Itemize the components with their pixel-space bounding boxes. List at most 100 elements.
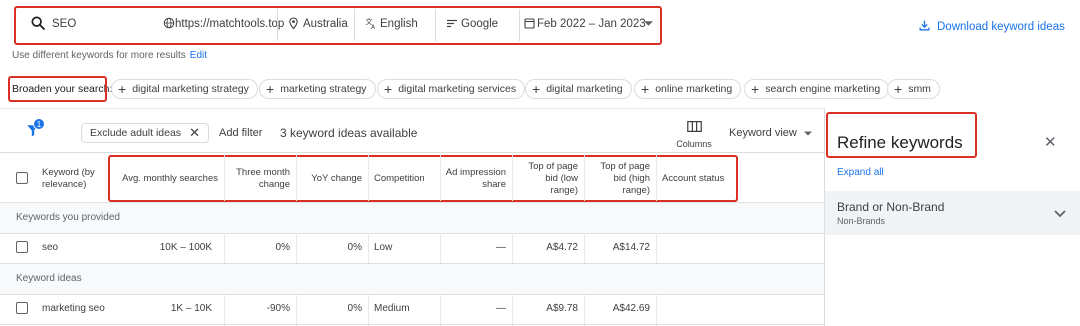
- broaden-chip[interactable]: + digital marketing: [525, 79, 632, 99]
- column-divider: [296, 155, 297, 201]
- column-divider: [512, 155, 513, 201]
- download-keyword-ideas-button[interactable]: Download keyword ideas: [918, 19, 1065, 35]
- network-selector[interactable]: Google: [461, 18, 498, 30]
- svg-text:A: A: [371, 24, 376, 30]
- broaden-chip[interactable]: + online marketing: [634, 79, 742, 99]
- divider: [0, 294, 824, 295]
- column-header-keyword[interactable]: Keyword (by relevance): [42, 167, 107, 191]
- chip-label: online marketing: [655, 83, 733, 95]
- column-divider: [440, 155, 441, 201]
- column-divider: [224, 233, 225, 263]
- chip-label: smm: [908, 83, 931, 95]
- row-checkbox[interactable]: [16, 241, 28, 253]
- language-selector[interactable]: English: [380, 18, 418, 30]
- keyword-cell[interactable]: marketing seo: [42, 303, 105, 314]
- chip-label: Exclude adult ideas: [90, 127, 182, 139]
- broaden-chip[interactable]: + smm: [887, 79, 940, 99]
- broaden-chip[interactable]: + marketing strategy: [259, 79, 376, 99]
- column-divider: [296, 233, 297, 263]
- close-icon[interactable]: ✕: [189, 125, 200, 141]
- column-header-avg-monthly-searches[interactable]: Avg. monthly searches: [112, 173, 218, 185]
- columns-button[interactable]: Columns: [674, 121, 714, 149]
- date-range-selector[interactable]: Feb 2022 – Jan 2023: [537, 18, 646, 30]
- chip-label: digital marketing: [546, 83, 623, 95]
- column-header-bid-low[interactable]: Top of page bid (low range): [520, 161, 578, 197]
- download-label: Download keyword ideas: [937, 21, 1065, 33]
- broaden-chip[interactable]: + search engine marketing: [744, 79, 890, 99]
- column-header-account-status[interactable]: Account status: [662, 173, 732, 185]
- impression-share-cell: —: [496, 303, 506, 314]
- columns-label: Columns: [676, 139, 712, 149]
- plus-icon: +: [384, 81, 393, 97]
- search-icon: [30, 15, 46, 31]
- globe-icon: [163, 17, 175, 29]
- bid-high-cell: A$42.69: [612, 303, 650, 314]
- row-checkbox[interactable]: [16, 302, 28, 314]
- keyword-view-label: Keyword view: [729, 127, 797, 139]
- refine-keywords-title: Refine keywords: [837, 133, 963, 152]
- close-panel-icon[interactable]: ✕: [1044, 133, 1057, 151]
- chevron-down-icon[interactable]: [1054, 207, 1066, 221]
- column-header-ad-impression-share[interactable]: Ad impression share: [440, 167, 506, 191]
- plus-icon: +: [266, 81, 275, 97]
- site-url-input[interactable]: https://matchtools.top: [175, 18, 284, 30]
- column-divider: [440, 294, 441, 326]
- columns-icon: [686, 121, 702, 135]
- column-divider: [224, 155, 225, 201]
- select-all-checkbox[interactable]: [16, 172, 28, 184]
- three-month-cell: 0%: [275, 242, 290, 253]
- divider: [277, 9, 278, 41]
- bid-low-cell: A$9.78: [546, 303, 578, 314]
- divider: [0, 233, 824, 234]
- chip-label: digital marketing strategy: [132, 83, 249, 95]
- search-query-input[interactable]: SEO: [52, 18, 76, 30]
- broaden-chip[interactable]: + digital marketing services: [377, 79, 526, 99]
- competition-cell: Medium: [374, 303, 410, 314]
- add-filter-button[interactable]: Add filter: [219, 127, 262, 139]
- keyword-cell[interactable]: seo: [42, 242, 58, 253]
- column-divider: [656, 233, 657, 263]
- filter-count-badge: 1: [33, 118, 45, 130]
- column-header-yoy-change[interactable]: YoY change: [298, 173, 362, 185]
- location-selector[interactable]: Australia: [303, 18, 348, 30]
- column-header-three-month-change[interactable]: Three month change: [226, 167, 290, 191]
- column-divider: [656, 155, 657, 201]
- divider: [354, 9, 355, 41]
- impression-share-cell: —: [496, 242, 506, 253]
- dropdown-arrow-icon: [803, 127, 812, 139]
- avg-searches-cell: 1K – 10K: [170, 303, 212, 314]
- column-divider: [368, 155, 369, 201]
- column-divider: [656, 294, 657, 326]
- broaden-chip[interactable]: + digital marketing strategy: [111, 79, 258, 99]
- column-divider: [224, 294, 225, 326]
- dropdown-arrow-icon[interactable]: [644, 21, 653, 26]
- expand-all-link[interactable]: Expand all: [837, 167, 884, 178]
- avg-searches-cell: 10K – 100K: [159, 242, 212, 253]
- column-header-bid-high[interactable]: Top of page bid (high range): [592, 161, 650, 197]
- exclude-adult-ideas-chip[interactable]: Exclude adult ideas ✕: [81, 123, 209, 143]
- section-keyword-ideas: Keyword ideas: [0, 264, 824, 294]
- chip-label: marketing strategy: [280, 83, 367, 95]
- column-divider: [368, 294, 369, 326]
- column-divider: [584, 294, 585, 326]
- divider: [0, 152, 824, 153]
- translate-icon: 文A: [365, 17, 378, 30]
- keyword-view-selector[interactable]: Keyword view: [729, 127, 812, 139]
- edit-link[interactable]: Edit: [190, 50, 207, 61]
- plus-icon: +: [751, 81, 760, 97]
- filter-button[interactable]: 1: [26, 118, 45, 140]
- plus-icon: +: [532, 81, 541, 97]
- search-network-icon: [446, 19, 458, 28]
- ideas-count: 3 keyword ideas available: [280, 126, 418, 140]
- yoy-cell: 0%: [347, 242, 362, 253]
- three-month-cell: -90%: [266, 303, 290, 314]
- search-hint: Use different keywords for more results E…: [12, 50, 207, 61]
- column-divider: [512, 294, 513, 326]
- column-divider: [512, 233, 513, 263]
- download-icon: [918, 19, 931, 35]
- bid-high-cell: A$14.72: [612, 242, 650, 253]
- column-header-competition[interactable]: Competition: [374, 173, 444, 185]
- chip-label: search engine marketing: [765, 83, 881, 95]
- bid-low-cell: A$4.72: [546, 242, 578, 253]
- plus-icon: +: [118, 81, 127, 97]
